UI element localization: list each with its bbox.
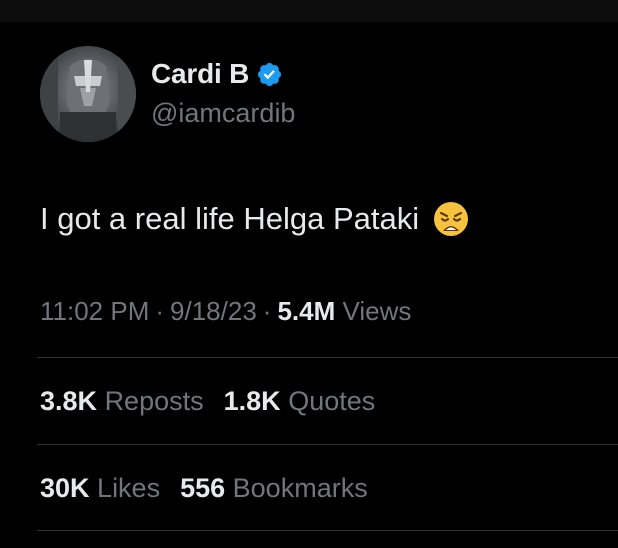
separator-dot: ·: [155, 296, 165, 326]
likes-label: Likes: [97, 473, 161, 503]
avatar-image: [40, 46, 136, 142]
verified-badge-icon[interactable]: [256, 61, 283, 88]
avatar[interactable]: [40, 46, 136, 142]
likes-bookmarks-row: 30K Likes 556 Bookmarks: [40, 473, 388, 504]
bookmarks-label: Bookmarks: [232, 473, 368, 503]
reposts-count: 3.8K: [40, 386, 98, 416]
views-count: 5.4M: [277, 296, 336, 326]
divider: [37, 357, 618, 358]
reposts-link[interactable]: 3.8K Reposts: [40, 386, 204, 417]
tweet-body: I got a real life Helga Pataki: [40, 197, 469, 241]
tweet-time[interactable]: 11:02 PM: [40, 296, 149, 326]
divider: [37, 530, 618, 531]
separator-dot: ·: [262, 296, 272, 326]
bookmarks-count: 556: [180, 473, 226, 503]
author-name-row[interactable]: Cardi B: [151, 55, 283, 93]
tweet-text: I got a real life Helga Pataki: [40, 201, 420, 236]
divider: [37, 444, 618, 445]
display-name[interactable]: Cardi B: [151, 58, 249, 90]
user-handle[interactable]: @iamcardib: [151, 98, 295, 129]
quotes-label: Quotes: [288, 386, 376, 416]
reposts-quotes-row: 3.8K Reposts 1.8K Quotes: [40, 386, 395, 417]
tweet-date[interactable]: 9/18/23: [170, 296, 257, 326]
quotes-link[interactable]: 1.8K Quotes: [224, 386, 376, 417]
weary-face-emoji-icon: [433, 201, 469, 237]
reposts-label: Reposts: [104, 386, 204, 416]
top-bar: [0, 0, 618, 22]
views-label: Views: [342, 296, 412, 326]
likes-count: 30K: [40, 473, 90, 503]
likes-link[interactable]: 30K Likes: [40, 473, 160, 504]
bookmarks-link[interactable]: 556 Bookmarks: [180, 473, 368, 504]
quotes-count: 1.8K: [223, 386, 281, 416]
tweet-meta: 11:02 PM · 9/18/23 · 5.4M Views: [40, 296, 411, 327]
